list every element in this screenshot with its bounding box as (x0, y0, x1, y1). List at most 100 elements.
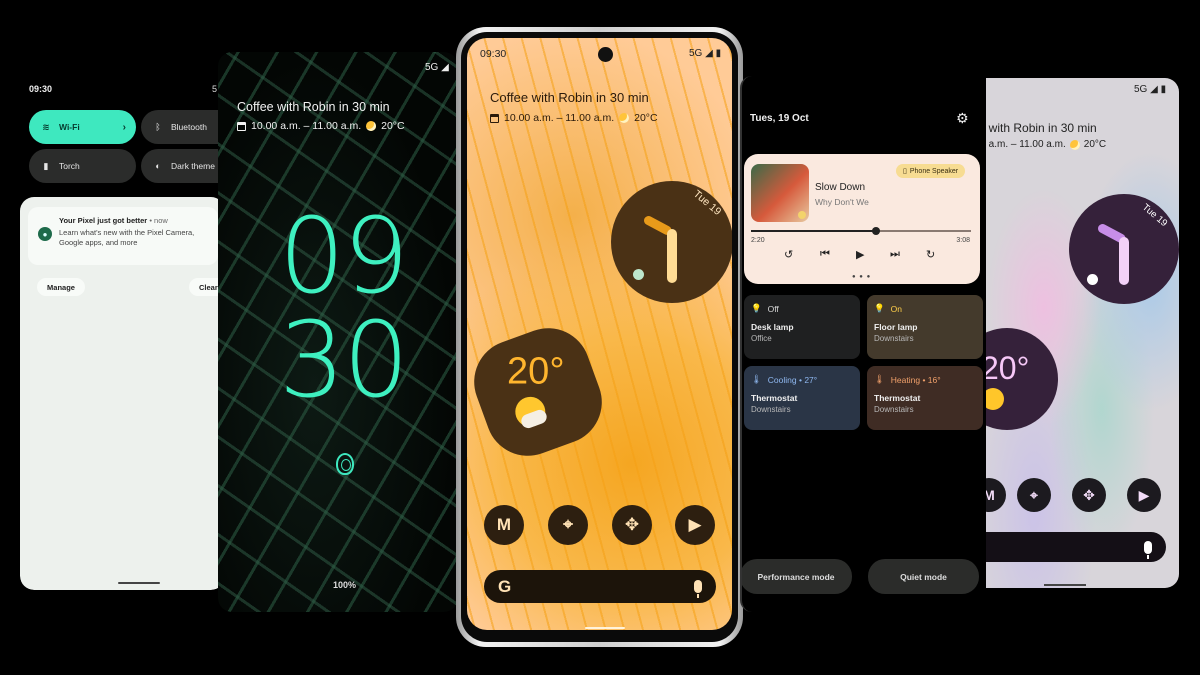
lock-screen-phone: 5G ◢ Coffee with Robin in 30 min 10.00 a… (218, 52, 458, 612)
event-title: Coffee with Robin in 30 min (237, 100, 390, 114)
calendar-icon (237, 121, 246, 131)
temperature: 20° (986, 350, 1030, 386)
photos-app-icon[interactable]: ✥ (612, 505, 652, 545)
skip-next-icon[interactable]: ⏭ (890, 248, 900, 261)
tile-torch[interactable]: ▮ Torch (29, 149, 136, 183)
device-name: Thermostat (751, 393, 798, 403)
seek-handle[interactable] (872, 227, 881, 235)
weather-widget[interactable]: 20° (467, 316, 614, 468)
output-device-chip[interactable]: ▯ Phone Speaker (896, 164, 966, 178)
status-time: 09:30 (29, 84, 53, 94)
google-search-bar[interactable] (986, 532, 1166, 562)
skip-previous-icon[interactable]: ⏮ (820, 248, 830, 261)
weather-temp: 20°C (634, 112, 658, 124)
album-art[interactable] (751, 164, 809, 222)
home-screen: 09:30 5G ◢ ▮ Coffee with Robin in 30 min… (467, 38, 732, 630)
device-status-row: 💡 Off (751, 303, 853, 314)
device-tile[interactable]: 💡 On Floor lamp Downstairs (867, 295, 983, 359)
lightbulb-on-icon: 💡 (874, 303, 885, 313)
device-status: Cooling • 27° (767, 374, 818, 385)
thermometer-cool-icon: 🌡 (751, 374, 762, 384)
tile-label: Bluetooth (171, 122, 207, 132)
device-tile[interactable]: 🌡 Heating • 16° Thermostat Downstairs (867, 366, 983, 430)
device-status-row: 💡 On (874, 303, 976, 314)
tile-label: Dark theme (171, 161, 215, 171)
photos-app-icon[interactable]: ✥ (1072, 478, 1106, 512)
weather-temp: 20°C (381, 120, 405, 132)
phone-icon: ▯ (903, 168, 907, 175)
second-dot (1087, 274, 1098, 285)
gmail-app-icon[interactable]: M (484, 505, 524, 545)
event-title[interactable]: ee with Robin in 30 min (986, 121, 1097, 135)
device-tile[interactable]: 🌡 Cooling • 27° Thermostat Downstairs (744, 366, 860, 430)
performance-mode-button[interactable]: Performance mode (742, 559, 852, 594)
seek-bar[interactable] (751, 227, 971, 235)
home-indicator[interactable] (1044, 584, 1086, 586)
event-details: 10.00 a.m. – 11.00 a.m. 20°C (237, 120, 405, 132)
tile-dark-theme[interactable]: ◐ Dark theme (141, 149, 225, 183)
microphone-icon[interactable] (1144, 540, 1152, 559)
tile-wifi[interactable]: ≋ Wi-Fi › (29, 110, 136, 144)
maps-app-icon[interactable]: ⌖ (548, 505, 588, 545)
youtube-app-icon[interactable]: ▶ (1127, 478, 1161, 512)
gmail-app-icon[interactable]: M (986, 478, 1006, 512)
location-pin-icon: ● (38, 227, 52, 241)
status-time: 09:30 (480, 48, 507, 60)
seek-bar-fill (751, 230, 877, 232)
notification-header: Your Pixel just got better • now (59, 216, 168, 225)
manage-button[interactable]: Manage (37, 278, 85, 296)
quiet-mode-button[interactable]: Quiet mode (868, 559, 979, 594)
clock-minutes: 30 (278, 299, 409, 421)
thermometer-heat-icon: 🌡 (874, 374, 885, 384)
clock-widget[interactable]: Tue 19 (608, 178, 732, 306)
device-status: Heating • 16° (890, 374, 941, 385)
device-room: Office (751, 334, 772, 343)
status-icons: 5G ◢ ▮ (689, 48, 722, 59)
total-duration: 3:08 (956, 237, 970, 244)
youtube-app-icon[interactable]: ▶ (675, 505, 715, 545)
event-title[interactable]: Coffee with Robin in 30 min (490, 90, 649, 105)
device-room: Downstairs (751, 405, 791, 414)
tile-bluetooth[interactable]: ᛒ Bluetooth (141, 110, 225, 144)
device-controls-phone: Tues, 19 Oct ⚙ ▯ Phone Speaker Slow Down… (740, 76, 988, 612)
rewind-icon[interactable]: ↺ (784, 248, 793, 261)
minute-hand (667, 229, 677, 283)
song-title: Slow Down (815, 182, 866, 193)
battery-level: 100% (333, 580, 357, 590)
microphone-icon[interactable] (694, 580, 702, 598)
lock-clock: 09 30 (273, 204, 413, 412)
home-indicator[interactable] (118, 582, 160, 584)
clock-widget-date: Tue 19 (1139, 201, 1170, 230)
device-status-row: 🌡 Cooling • 27° (751, 374, 853, 385)
temperature: 20° (507, 350, 565, 393)
home-indicator[interactable] (585, 627, 625, 629)
google-search-bar[interactable]: G (484, 570, 716, 603)
lightbulb-off-icon: 💡 (751, 303, 762, 313)
wifi-icon: ≋ (42, 121, 50, 132)
torch-icon: ▮ (43, 160, 49, 171)
event-details: 10.00 a.m. – 11.00 a.m. 20°C (490, 112, 658, 124)
bluetooth-icon: ᛒ (155, 122, 161, 132)
gear-icon[interactable]: ⚙ (956, 110, 969, 127)
tile-label: Wi-Fi (59, 122, 80, 132)
status-network: 5 (212, 84, 218, 94)
device-status-row: 🌡 Heating • 16° (874, 374, 976, 385)
fingerprint-icon[interactable] (336, 453, 354, 475)
network-label: 5G (1134, 84, 1148, 95)
weather-widget[interactable]: 20° (986, 328, 1058, 430)
device-room: Downstairs (874, 405, 914, 414)
device-name: Floor lamp (874, 322, 918, 332)
network-label: 5G (425, 62, 439, 73)
clock-widget[interactable]: Tue 19 (1066, 191, 1179, 307)
weather-sun-icon (366, 121, 377, 131)
device-status: Off (767, 303, 779, 314)
device-tile[interactable]: 💡 Off Desk lamp Office (744, 295, 860, 359)
event-time: 10.00 a.m. – 11.00 a.m. (251, 120, 362, 132)
notification-card[interactable]: ● Your Pixel just got better • now Learn… (28, 207, 218, 265)
maps-app-icon[interactable]: ⌖ (1017, 478, 1051, 512)
forward-icon[interactable]: ↻ (926, 248, 935, 261)
notification-shade: ● Your Pixel just got better • now Learn… (20, 197, 225, 590)
google-logo-icon: G (498, 576, 512, 596)
play-icon[interactable]: ▶ (856, 248, 864, 261)
tile-label: Torch (59, 161, 80, 171)
